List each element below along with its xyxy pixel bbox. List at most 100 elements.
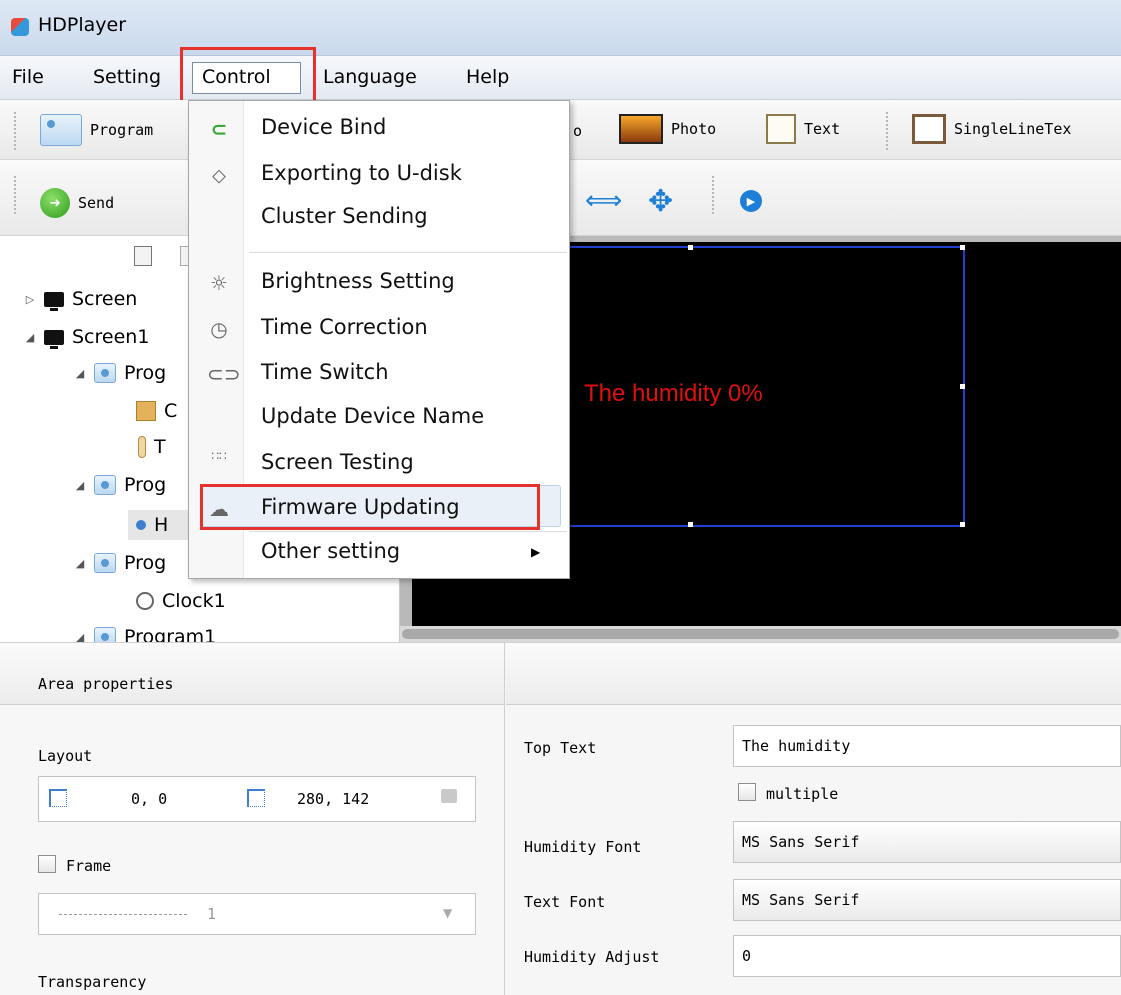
resize-handle[interactable] [688, 522, 693, 527]
menu-item-brightness[interactable]: ☼ Brightness Setting [189, 261, 569, 305]
resize-handle[interactable] [960, 245, 965, 250]
humidity-preview-text: The humidity 0% [584, 380, 763, 407]
horizontal-scrollbar[interactable] [400, 626, 1121, 642]
scroll-thumb[interactable] [402, 629, 1119, 639]
tree-item[interactable]: ◢ Prog [74, 358, 166, 388]
layout-label: Layout [38, 747, 93, 765]
tree-item[interactable]: ◢ Screen1 [24, 322, 149, 352]
menu-item-update-device-name[interactable]: Update Device Name [189, 396, 569, 440]
play-button[interactable]: ▶ [740, 190, 762, 212]
frame-style-select[interactable]: 1 ▼ [38, 893, 476, 935]
usb-icon: ⬦ [212, 163, 226, 187]
menu-bar: File Setting Control Language Help [0, 56, 1121, 100]
resize-handle[interactable] [960, 384, 965, 389]
program-icon [94, 363, 116, 383]
toolbar-separator [14, 176, 16, 214]
clock-icon [136, 592, 154, 610]
photo-icon [619, 114, 663, 144]
menu-item-time-switch[interactable]: ⊂⊃ Time Switch [189, 352, 569, 396]
play-icon: ▶ [740, 190, 762, 212]
tree-item[interactable]: T [138, 432, 166, 462]
menu-setting[interactable]: Setting [93, 66, 161, 88]
lock-icon[interactable] [441, 789, 457, 803]
bulb-icon: ☼ [210, 271, 228, 295]
multiple-label: multiple [766, 785, 839, 803]
window-title: HDPlayer [38, 14, 127, 36]
tree-item[interactable]: Clock1 [136, 586, 226, 616]
size-icon [247, 789, 265, 807]
menu-item-cluster-sending[interactable]: Cluster Sending [189, 196, 569, 240]
stretch-horizontal-icon[interactable]: ⟺ [585, 186, 622, 216]
text-font-select[interactable]: MS Sans Serif [733, 879, 1121, 921]
frame-checkbox[interactable] [38, 855, 56, 873]
frame-label: Frame [66, 857, 112, 875]
multiple-checkbox[interactable] [738, 783, 756, 801]
thermometer-icon [138, 436, 146, 458]
layout-fields: 0, 0 280, 142 [38, 776, 476, 822]
properties-panel: Area properties Layout 0, 0 280, 142 Fra… [0, 642, 1121, 995]
send-icon: ➜ [40, 188, 70, 218]
menu-item-screen-testing[interactable]: ∷∷ Screen Testing [189, 442, 569, 486]
toolbar-separator [14, 112, 16, 150]
text-font-label: Text Font [524, 893, 606, 911]
tree-item[interactable]: ◢ Prog [74, 548, 166, 578]
send-button[interactable]: ➜ Send [40, 188, 114, 218]
resize-handle[interactable] [960, 522, 965, 527]
item-properties-header [506, 643, 1121, 705]
screen-icon [44, 291, 64, 311]
clock-icon: ◷ [210, 317, 228, 341]
move-icon[interactable]: ✥ [648, 184, 673, 219]
text-button[interactable]: Text [766, 114, 840, 144]
menu-item-time-correction[interactable]: ◷ Time Correction [189, 307, 569, 351]
position-value[interactable]: 0, 0 [131, 790, 167, 808]
app-icon [11, 18, 29, 36]
area-properties-header: Area properties [0, 643, 505, 705]
copy-icon[interactable] [134, 246, 152, 266]
tree-item[interactable]: ◢ Prog [74, 470, 166, 500]
photo-button[interactable]: Photo [619, 114, 716, 144]
program-icon [94, 475, 116, 495]
menu-file[interactable]: File [12, 66, 44, 88]
humidity-adjust-input[interactable]: 0 [733, 935, 1121, 977]
screen-icon [44, 329, 64, 349]
tree-item[interactable]: ▷ Screen [24, 284, 137, 314]
position-icon [49, 789, 67, 807]
title-bar: HDPlayer [0, 0, 1121, 56]
menu-language[interactable]: Language [323, 66, 417, 88]
toolbar-separator [886, 112, 888, 150]
program-icon [94, 553, 116, 573]
collapse-icon[interactable]: ◢ [74, 367, 86, 380]
program-button[interactable]: Program [40, 114, 153, 146]
tree-item[interactable]: C [136, 396, 177, 426]
area-properties-title: Area properties [38, 675, 174, 693]
toolbar-separator [712, 176, 714, 214]
firmware-highlight-box [200, 484, 540, 530]
menu-item-export-udisk[interactable]: ⬦ Exporting to U-disk [189, 153, 569, 197]
expand-icon[interactable]: ▷ [24, 293, 36, 306]
singleline-text-button[interactable]: SingleLineTex [912, 114, 1071, 144]
frame-width-value: 1 [207, 905, 217, 923]
size-value[interactable]: 280, 142 [297, 790, 369, 808]
menu-item-other-setting[interactable]: Other setting ▶ [189, 531, 569, 575]
singleline-icon [912, 114, 946, 144]
resize-handle[interactable] [688, 245, 693, 250]
humidity-font-select[interactable]: MS Sans Serif [733, 821, 1121, 863]
menu-help[interactable]: Help [466, 66, 509, 88]
chevron-down-icon[interactable]: ▼ [443, 906, 452, 920]
collapse-icon[interactable]: ◢ [74, 479, 86, 492]
grid-dots-icon: ∷∷ [211, 449, 227, 463]
humidity-font-label: Humidity Font [524, 838, 642, 856]
program-icon [94, 627, 116, 642]
area-properties: Layout 0, 0 280, 142 Frame 1 ▼ Transpare… [0, 705, 505, 995]
humidity-adjust-label: Humidity Adjust [524, 948, 660, 966]
video-button-partial[interactable]: o [573, 122, 582, 140]
tree-item[interactable]: ◢ Program1 [74, 622, 216, 642]
menu-separator [249, 252, 567, 253]
menu-item-device-bind[interactable]: ⊂ Device Bind [189, 107, 569, 151]
link-icon: ⊂ [210, 117, 228, 141]
collapse-icon[interactable]: ◢ [24, 331, 36, 344]
collapse-icon[interactable]: ◢ [74, 557, 86, 570]
top-text-input[interactable]: The humidity [733, 725, 1121, 767]
transparency-label: Transparency [38, 973, 147, 991]
collapse-icon[interactable]: ◢ [74, 631, 86, 643]
